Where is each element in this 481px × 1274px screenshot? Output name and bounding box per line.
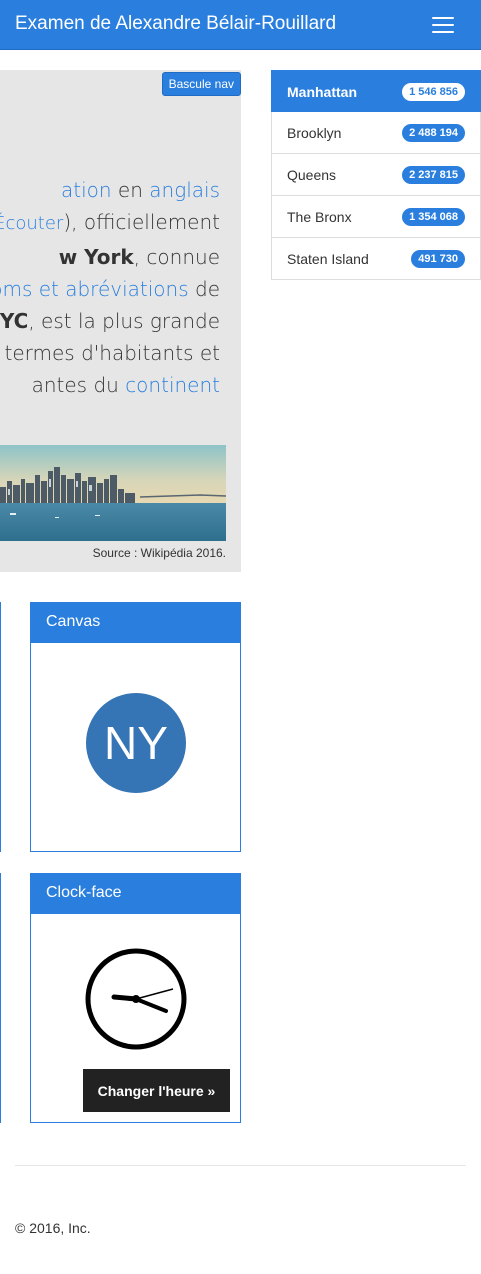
borough-name: Brooklyn [287,125,342,141]
wiki-link[interactable]: continent [125,373,220,397]
canvas-panel: Canvas NY [30,602,241,852]
bold-text: w York [58,245,134,269]
column-edge-line [0,873,1,1123]
intro-line: antes du continent [0,369,220,401]
change-time-button[interactable]: Changer l'heure » [83,1069,230,1112]
borough-list: Manhattan 1 546 856 Brooklyn 2 488 194 Queen… [271,70,481,280]
intro-text: antes du [31,373,126,397]
bold-text: YC [0,309,29,333]
intro-text: ), officiellement [63,210,220,234]
intro-line: w York, connue [0,241,220,273]
column-edge-line [0,602,1,852]
population-badge: 2 488 194 [402,124,465,142]
footer-divider [15,1165,466,1166]
population-badge: 1 354 068 [402,208,465,226]
clock-panel: Clock-face Changer l'heure » [30,873,241,1123]
intro-line: 🔈 Écouter), officiellement [0,206,220,241]
borough-name: The Bronx [287,209,352,225]
intro-text: , est la plus grande [28,309,220,333]
new-york-skyline-image [0,445,226,541]
borough-name: Queens [287,167,337,183]
clock-panel-title: Clock-face [31,874,240,914]
toggle-nav-button[interactable]: Bascule nav [161,72,241,96]
borough-item-queens[interactable]: Queens 2 237 815 [271,154,481,196]
canvas-panel-title: Canvas [31,603,240,643]
population-badge: 2 237 815 [402,166,465,184]
borough-name: Staten Island [287,251,369,267]
intro-line: ation en anglais [0,174,220,206]
ny-logo-circle: NY [86,693,186,793]
navbar-brand[interactable]: Examen de Alexandre Bélair-Rouillard [15,13,336,35]
population-badge: 1 546 856 [402,83,465,101]
image-caption: Source : Wikipédia 2016. [92,546,226,560]
borough-item-staten-island[interactable]: Staten Island 491 730 [271,238,481,280]
wiki-link[interactable]: anglais [149,178,220,202]
intro-text: en [111,178,150,202]
footer-copyright: © 2016, Inc. [15,1220,91,1236]
borough-name: Manhattan [287,84,357,100]
borough-item-manhattan[interactable]: Manhattan 1 546 856 [271,70,481,112]
top-navbar: Examen de Alexandre Bélair-Rouillard [0,0,481,50]
intro-line: n termes d'habitants et [0,337,220,369]
intro-line: oms et abréviations de [0,273,220,305]
wiki-link[interactable]: oms et abréviations [0,277,189,301]
jumbotron: Bascule nav ation en anglais🔈 Écouter), … [0,70,241,572]
intro-paragraph: ation en anglais🔈 Écouter), officielleme… [0,174,220,401]
intro-text: de [188,277,220,301]
borough-item-the-bronx[interactable]: The Bronx 1 354 068 [271,196,481,238]
hamburger-menu-icon[interactable] [429,14,459,36]
wiki-link[interactable]: ation [61,178,112,202]
intro-text: n termes d'habitants et [0,341,220,365]
clock-face-icon [85,948,187,1050]
listen-link[interactable]: Écouter [0,213,63,234]
intro-text: , connue [133,245,220,269]
borough-item-brooklyn[interactable]: Brooklyn 2 488 194 [271,112,481,154]
intro-line: YC, est la plus grande [0,305,220,337]
population-badge: 491 730 [411,250,465,268]
